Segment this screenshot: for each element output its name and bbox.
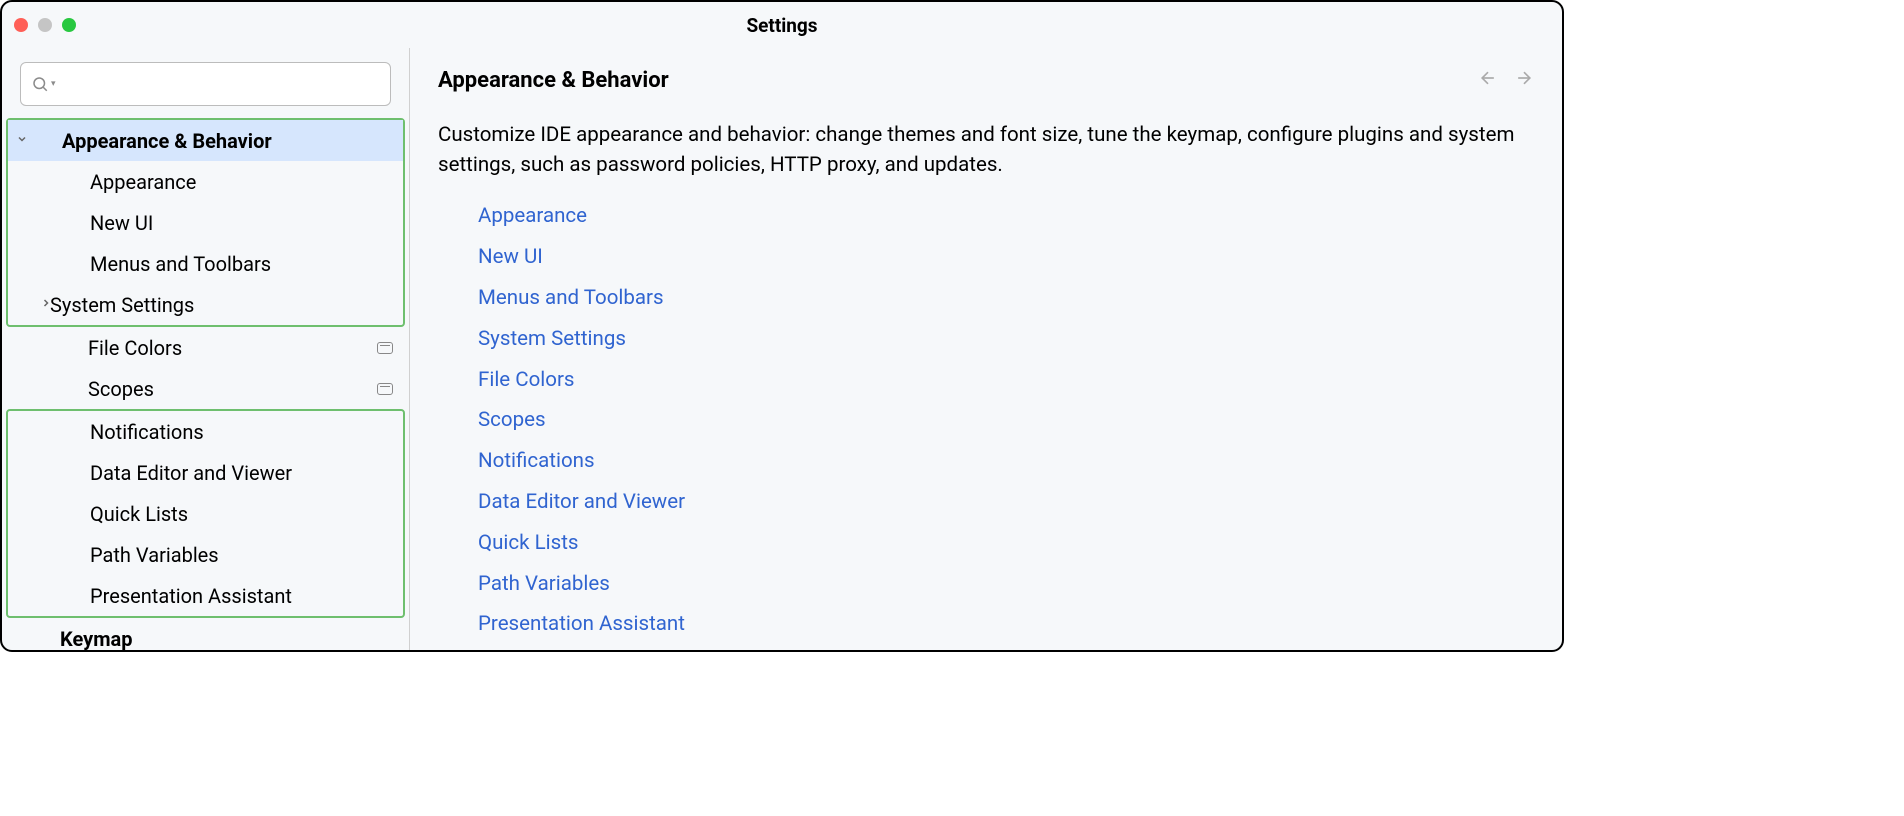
project-badge-icon [377,342,393,354]
highlight-group-2: · Notifications · Data Editor and Viewer… [6,409,405,618]
link-notifications[interactable]: Notifications [478,445,1534,478]
sidebar-item-new-ui[interactable]: · New UI [8,202,403,243]
sidebar-item-label: Keymap [34,627,393,651]
link-path-variables[interactable]: Path Variables [478,568,1534,601]
sidebar-item-label: Quick Lists [36,502,391,526]
sidebar-item-label: Appearance [36,170,391,194]
links-list: Appearance New UI Menus and Toolbars Sys… [438,200,1534,641]
close-window-button[interactable] [14,18,28,32]
sidebar-item-label: File Colors [34,336,377,360]
page-title: Appearance & Behavior [438,68,669,93]
sidebar-item-scopes[interactable]: · Scopes [6,368,405,409]
link-scopes[interactable]: Scopes [478,404,1534,437]
sidebar-item-label: Menus and Toolbars [36,252,391,276]
window-title: Settings [746,14,817,37]
minimize-window-button[interactable] [38,18,52,32]
sidebar-item-system-settings[interactable]: System Settings [8,284,403,325]
sidebar-item-label: System Settings [40,293,391,317]
sidebar-item-quick-lists[interactable]: · Quick Lists [8,493,403,534]
nav-forward-button[interactable] [1514,68,1534,93]
link-quick-lists[interactable]: Quick Lists [478,527,1534,560]
sidebar-item-file-colors[interactable]: · File Colors [6,327,405,368]
sidebar-item-path-variables[interactable]: · Path Variables [8,534,403,575]
sidebar-item-notifications[interactable]: · Notifications [8,411,403,452]
sidebar-item-label: Scopes [34,377,377,401]
link-menus-toolbars[interactable]: Menus and Toolbars [478,282,1534,315]
link-system-settings[interactable]: System Settings [478,323,1534,356]
link-data-editor-viewer[interactable]: Data Editor and Viewer [478,486,1534,519]
main-header: Appearance & Behavior [438,68,1534,93]
content: ▾ Appearance & Behavior · Appearance [2,48,1562,650]
link-presentation-assistant[interactable]: Presentation Assistant [478,608,1534,641]
sidebar-item-label: Notifications [36,420,391,444]
link-file-colors[interactable]: File Colors [478,364,1534,397]
sidebar-item-presentation-assistant[interactable]: · Presentation Assistant [8,575,403,616]
main-panel: Appearance & Behavior Customize IDE appe… [410,48,1562,650]
titlebar: Settings [2,2,1562,48]
search-dropdown-icon: ▾ [51,79,56,89]
settings-window: Settings ▾ Appea [0,0,1564,652]
sidebar-item-menus-toolbars[interactable]: · Menus and Toolbars [8,243,403,284]
settings-tree: Appearance & Behavior · Appearance · New… [2,118,409,650]
sidebar-item-label: Presentation Assistant [36,584,391,608]
sidebar-item-label: Appearance & Behavior [36,129,391,153]
nav-arrows [1478,68,1534,93]
nav-back-button[interactable] [1478,68,1498,93]
highlight-group-1: Appearance & Behavior · Appearance · New… [6,118,405,327]
sidebar-item-data-editor-viewer[interactable]: · Data Editor and Viewer [8,452,403,493]
sidebar: ▾ Appearance & Behavior · Appearance [2,48,410,650]
sidebar-item-appearance-behavior[interactable]: Appearance & Behavior [8,120,403,161]
page-description: Customize IDE appearance and behavior: c… [438,121,1528,180]
search-input[interactable]: ▾ [20,62,391,106]
link-appearance[interactable]: Appearance [478,200,1534,233]
maximize-window-button[interactable] [62,18,76,32]
traffic-lights [14,18,76,32]
sidebar-item-label: New UI [36,211,391,235]
chevron-down-icon [8,133,36,149]
sidebar-item-appearance[interactable]: · Appearance [8,161,403,202]
sidebar-item-label: Path Variables [36,543,391,567]
sidebar-item-keymap[interactable]: · Keymap [6,618,405,650]
link-new-ui[interactable]: New UI [478,241,1534,274]
sidebar-item-label: Data Editor and Viewer [36,461,391,485]
search-icon: ▾ [31,75,56,93]
chevron-right-icon [8,297,40,313]
project-badge-icon [377,383,393,395]
